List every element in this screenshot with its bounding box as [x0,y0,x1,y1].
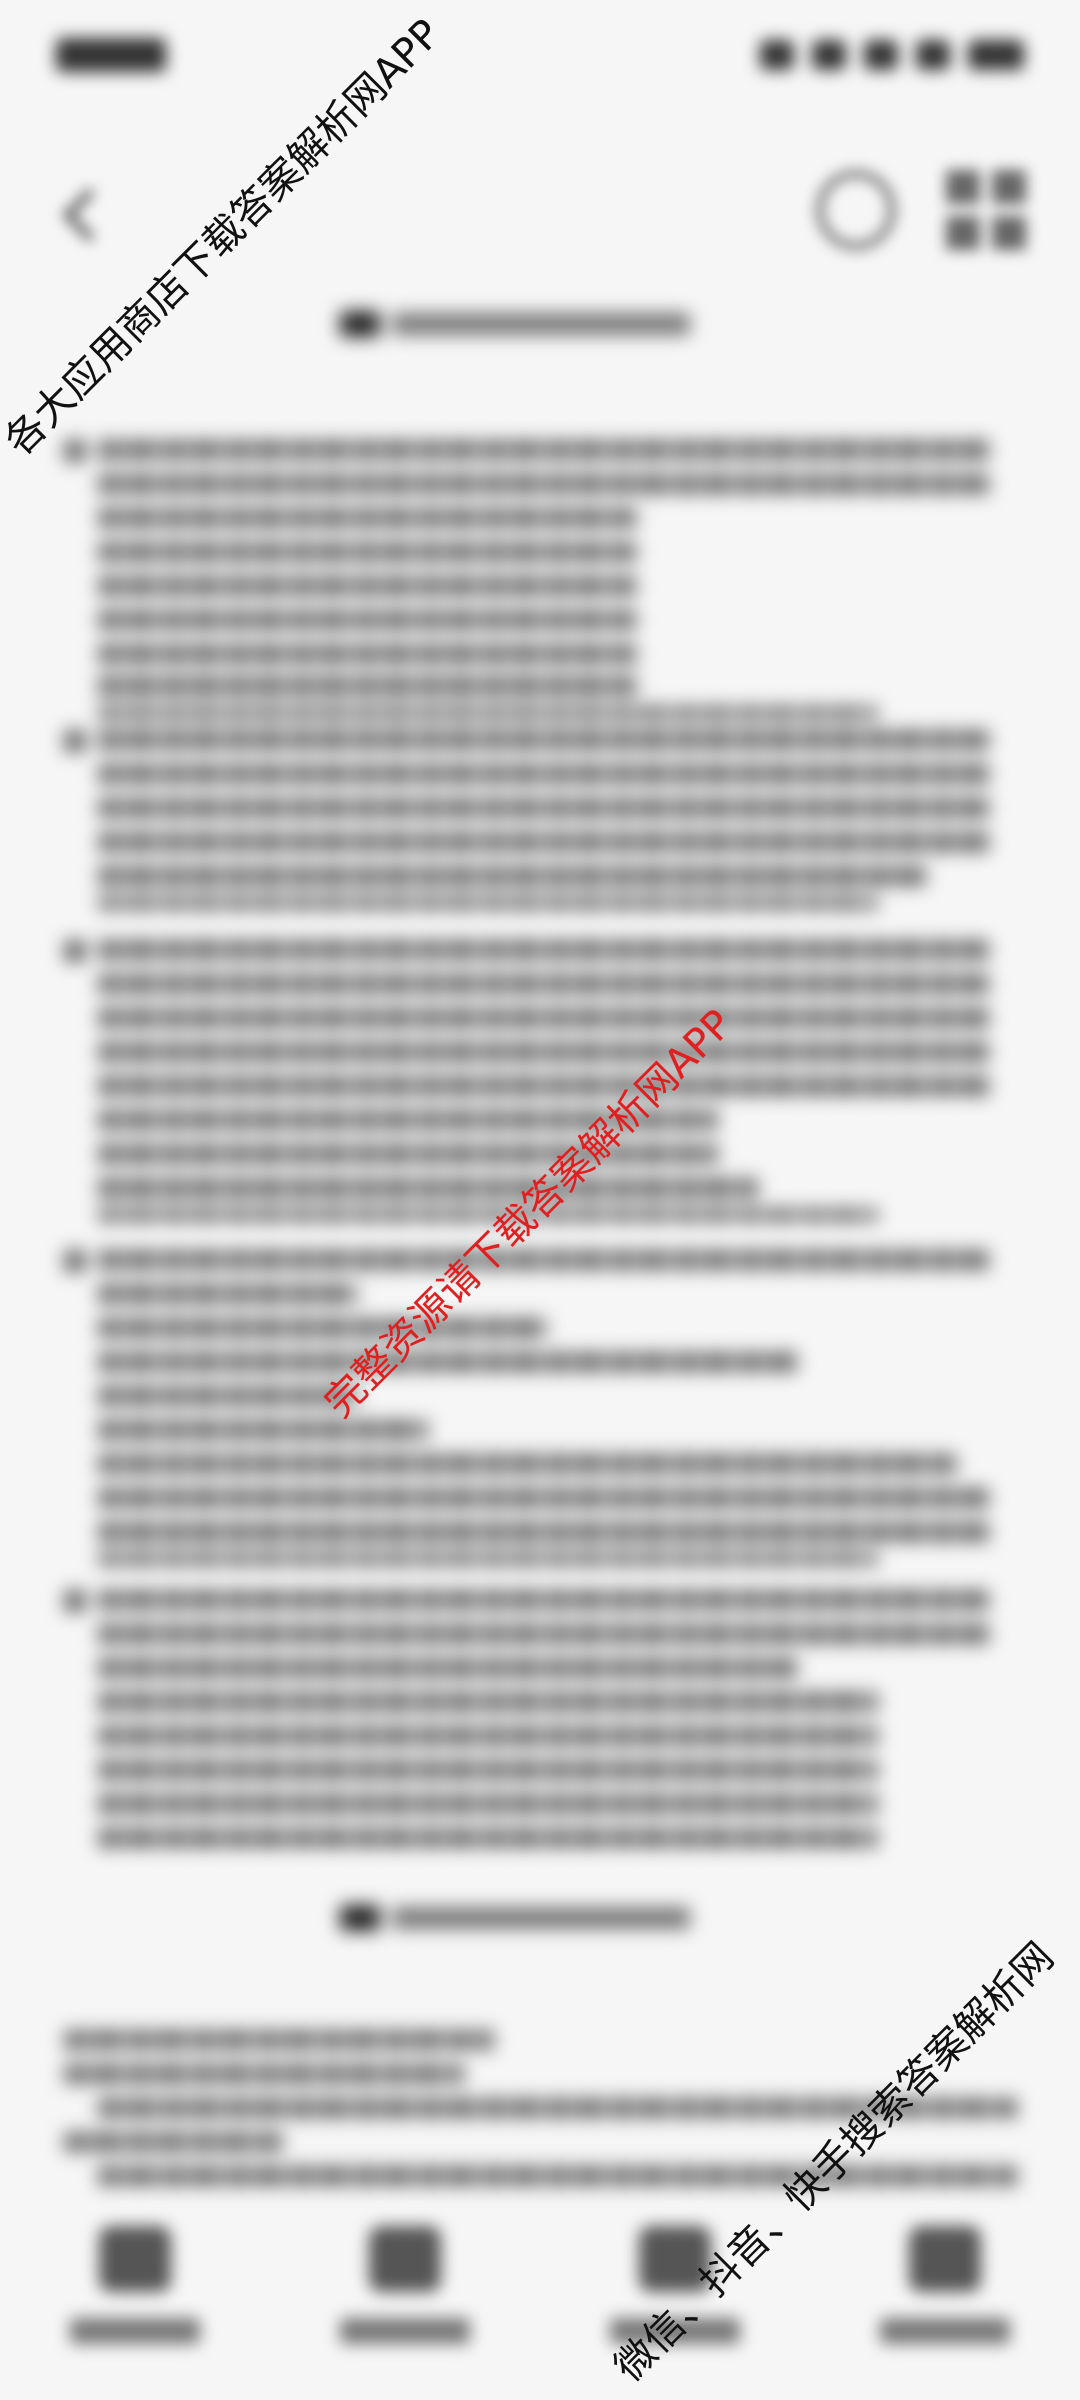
text-line [98,1590,990,1610]
text-line [64,2030,494,2050]
question-number [64,730,86,752]
text-line [98,508,638,528]
text-line [98,644,638,664]
menu-grid-icon[interactable] [946,170,1026,250]
bottom-toolbar [0,2190,1080,2400]
battery-icon [968,40,1024,70]
text-line [98,1352,798,1372]
text-line [98,474,990,494]
status-icons [760,40,1024,70]
toolbar-item-share[interactable] [845,2226,1045,2344]
options-line [98,1552,878,1566]
text-line [98,1042,990,1062]
text-line [98,1658,798,1678]
text-line [98,1488,990,1508]
text-line [98,1624,990,1644]
wifi-icon [864,40,898,70]
document-icon [369,2226,441,2292]
text-line [98,1250,990,1270]
text-line [98,1284,358,1304]
toolbar-item-document[interactable] [305,2226,505,2344]
text-line [98,1726,878,1746]
text-line [98,1420,428,1440]
text-line [98,730,990,750]
options-line [98,706,878,720]
text-line [64,2132,284,2152]
text-line [98,542,638,562]
text-line [98,798,990,818]
text-line [98,974,990,994]
options-line [98,896,878,910]
question-number [64,440,86,462]
text-line [98,866,928,886]
clock-icon[interactable] [816,170,896,250]
text-line [98,940,990,960]
text-line [98,440,990,460]
share-icon [909,2226,981,2292]
alarm-icon [812,40,846,70]
text-line [98,1178,758,1198]
text-line [98,764,990,784]
text-line [98,576,638,596]
text-line [98,832,990,852]
text-line [98,1008,990,1028]
section-title-1 [340,306,690,342]
status-bar [0,0,1080,110]
text-line [98,1794,878,1814]
text-line [64,2064,464,2084]
signal-icon [916,40,950,70]
text-line [98,2166,1018,2186]
toolbar-item-home[interactable] [35,2226,235,2344]
question-number [64,1590,86,1612]
text-line [98,1522,990,1542]
toolbar-label-blurred [70,2318,200,2344]
text-line [98,1076,990,1096]
bluetooth-icon [760,40,794,70]
blurred-document [0,290,1080,2190]
status-time-blurred [56,38,166,72]
text-line [98,610,638,630]
text-line [98,1692,878,1712]
home-icon [99,2226,171,2292]
text-line [98,676,638,696]
section-title-2 [340,1900,690,1936]
question-number [64,940,86,962]
screen: 各大应用商店下载答案解析网APP 完整资源请下载答案解析网APP 微信、抖音、快… [0,0,1080,2400]
text-line [98,1318,548,1338]
text-line [98,1454,958,1474]
question-number [64,1250,86,1272]
toolbar-label-blurred [880,2318,1010,2344]
toolbar-label-blurred [340,2318,470,2344]
back-icon[interactable] [60,186,120,236]
text-line [98,1828,878,1848]
text-line [98,1760,878,1780]
